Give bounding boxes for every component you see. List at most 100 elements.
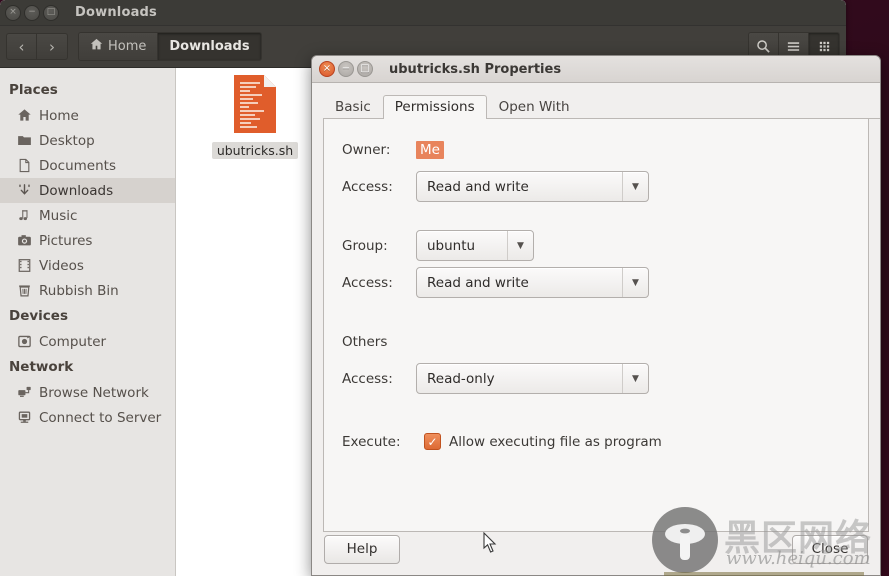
others-label: Others [342, 333, 388, 350]
music-icon [16, 208, 32, 224]
others-access-value: Read-only [427, 370, 495, 387]
group-select[interactable]: ubuntu ▼ [416, 230, 534, 261]
breadcrumb: Home Downloads [78, 32, 262, 61]
trash-icon [16, 283, 32, 299]
dialog-title: ubutricks.sh Properties [389, 61, 562, 77]
folder-icon [16, 133, 32, 149]
sidebar-item-pictures[interactable]: Pictures [0, 228, 175, 253]
script-file-icon [231, 75, 279, 138]
sidebar-label: Computer [39, 333, 107, 350]
sidebar: Places Home Desktop Documents Downloads … [0, 68, 176, 576]
network-icon [16, 385, 32, 401]
maximize-glyph: □ [360, 63, 370, 74]
sidebar-item-videos[interactable]: Videos [0, 253, 175, 278]
sidebar-item-downloads[interactable]: Downloads [0, 178, 175, 203]
breadcrumb-item-downloads[interactable]: Downloads [158, 33, 261, 60]
minimize-icon[interactable]: − [338, 61, 354, 77]
execute-row: Execute: ✓ Allow executing file as progr… [342, 429, 868, 454]
owner-access-row: Access: Read and write ▼ [342, 171, 868, 202]
window-title: Downloads [75, 5, 157, 20]
sidebar-heading-network: Network [9, 359, 74, 375]
chevron-down-icon: ▼ [507, 231, 533, 260]
dialog-window-controls: × − □ [319, 61, 373, 77]
minimize-glyph: − [28, 7, 36, 17]
minimize-glyph: − [341, 63, 351, 74]
close-icon[interactable]: × [319, 61, 335, 77]
window-titlebar: × − □ Downloads [0, 0, 846, 26]
film-icon [16, 258, 32, 274]
maximize-glyph: □ [46, 7, 56, 17]
home-icon [16, 108, 32, 124]
sidebar-item-rubbish-bin[interactable]: Rubbish Bin [0, 278, 175, 303]
check-icon: ✓ [427, 434, 438, 449]
others-access-select[interactable]: Read-only ▼ [416, 363, 649, 394]
sidebar-label: Documents [39, 157, 116, 174]
others-access-row: Access: Read-only ▼ [342, 363, 868, 394]
group-access-label: Access: [342, 274, 393, 291]
sidebar-label: Desktop [39, 132, 95, 149]
sidebar-heading-places: Places [9, 82, 58, 98]
sidebar-label: Videos [39, 257, 84, 274]
help-button[interactable]: Help [324, 534, 400, 564]
owner-access-select[interactable]: Read and write ▼ [416, 171, 649, 202]
breadcrumb-label-downloads: Downloads [169, 39, 250, 54]
sidebar-item-documents[interactable]: Documents [0, 153, 175, 178]
maximize-icon[interactable]: □ [43, 4, 59, 21]
group-access-row: Access: Read and write ▼ [342, 267, 868, 298]
sidebar-label: Rubbish Bin [39, 282, 119, 299]
group-row: Group: ubuntu ▼ [342, 230, 868, 261]
chevron-down-icon: ▼ [622, 364, 648, 393]
window-controls: × − □ [5, 4, 59, 21]
owner-access-value: Read and write [427, 178, 529, 195]
maximize-icon[interactable]: □ [357, 61, 373, 77]
properties-dialog: × − □ ubutricks.sh Properties Basic Perm… [311, 55, 881, 576]
dialog-tabs: Basic Permissions Open With [323, 92, 880, 119]
sidebar-label: Browse Network [39, 384, 149, 401]
sidebar-label: Downloads [39, 182, 114, 199]
close-button[interactable]: Close [792, 534, 868, 564]
navigation-buttons: ‹ › [6, 33, 68, 60]
sidebar-item-music[interactable]: Music [0, 203, 175, 228]
chevron-down-icon: ▼ [622, 172, 648, 201]
group-label: Group: [342, 237, 388, 254]
close-icon[interactable]: × [5, 4, 21, 21]
sidebar-label: Home [39, 107, 79, 124]
minimize-icon[interactable]: − [24, 4, 40, 21]
back-button[interactable]: ‹ [6, 33, 37, 60]
owner-row: Owner: Me [342, 137, 868, 162]
camera-icon [16, 233, 32, 249]
sidebar-item-connect-to-server[interactable]: Connect to Server [0, 405, 175, 430]
file-item-ubutricks[interactable]: ubutricks.sh [209, 74, 301, 159]
sidebar-item-desktop[interactable]: Desktop [0, 128, 175, 153]
sidebar-item-browse-network[interactable]: Browse Network [0, 380, 175, 405]
tab-permissions[interactable]: Permissions [382, 95, 487, 119]
download-icon [16, 183, 32, 199]
chevron-down-icon: ▼ [622, 268, 648, 297]
group-access-select[interactable]: Read and write ▼ [416, 267, 649, 298]
sidebar-item-computer[interactable]: Computer [0, 329, 175, 354]
group-value: ubuntu [427, 237, 476, 254]
permissions-panel: Owner: Me Access: Read and write ▼ Group… [323, 119, 869, 532]
execute-checkbox-label: Allow executing file as program [449, 433, 662, 450]
dialog-footer: Help Close [312, 523, 880, 575]
file-item-label: ubutricks.sh [211, 142, 299, 159]
execute-checkbox[interactable]: ✓ [424, 433, 441, 450]
breadcrumb-item-home[interactable]: Home [79, 33, 159, 60]
breadcrumb-label-home: Home [108, 39, 147, 54]
tab-basic[interactable]: Basic [323, 95, 383, 119]
forward-button[interactable]: › [37, 33, 68, 60]
dialog-titlebar: × − □ ubutricks.sh Properties [312, 56, 880, 83]
sidebar-label: Connect to Server [39, 409, 162, 426]
tab-open-with[interactable]: Open With [487, 95, 582, 119]
close-glyph: × [9, 7, 17, 17]
home-icon [90, 38, 103, 55]
sidebar-item-home[interactable]: Home [0, 103, 175, 128]
computer-icon [16, 334, 32, 350]
owner-value[interactable]: Me [416, 140, 444, 159]
sidebar-heading-devices: Devices [9, 308, 68, 324]
others-access-label: Access: [342, 370, 393, 387]
close-glyph: × [322, 63, 332, 74]
owner-access-label: Access: [342, 178, 393, 195]
